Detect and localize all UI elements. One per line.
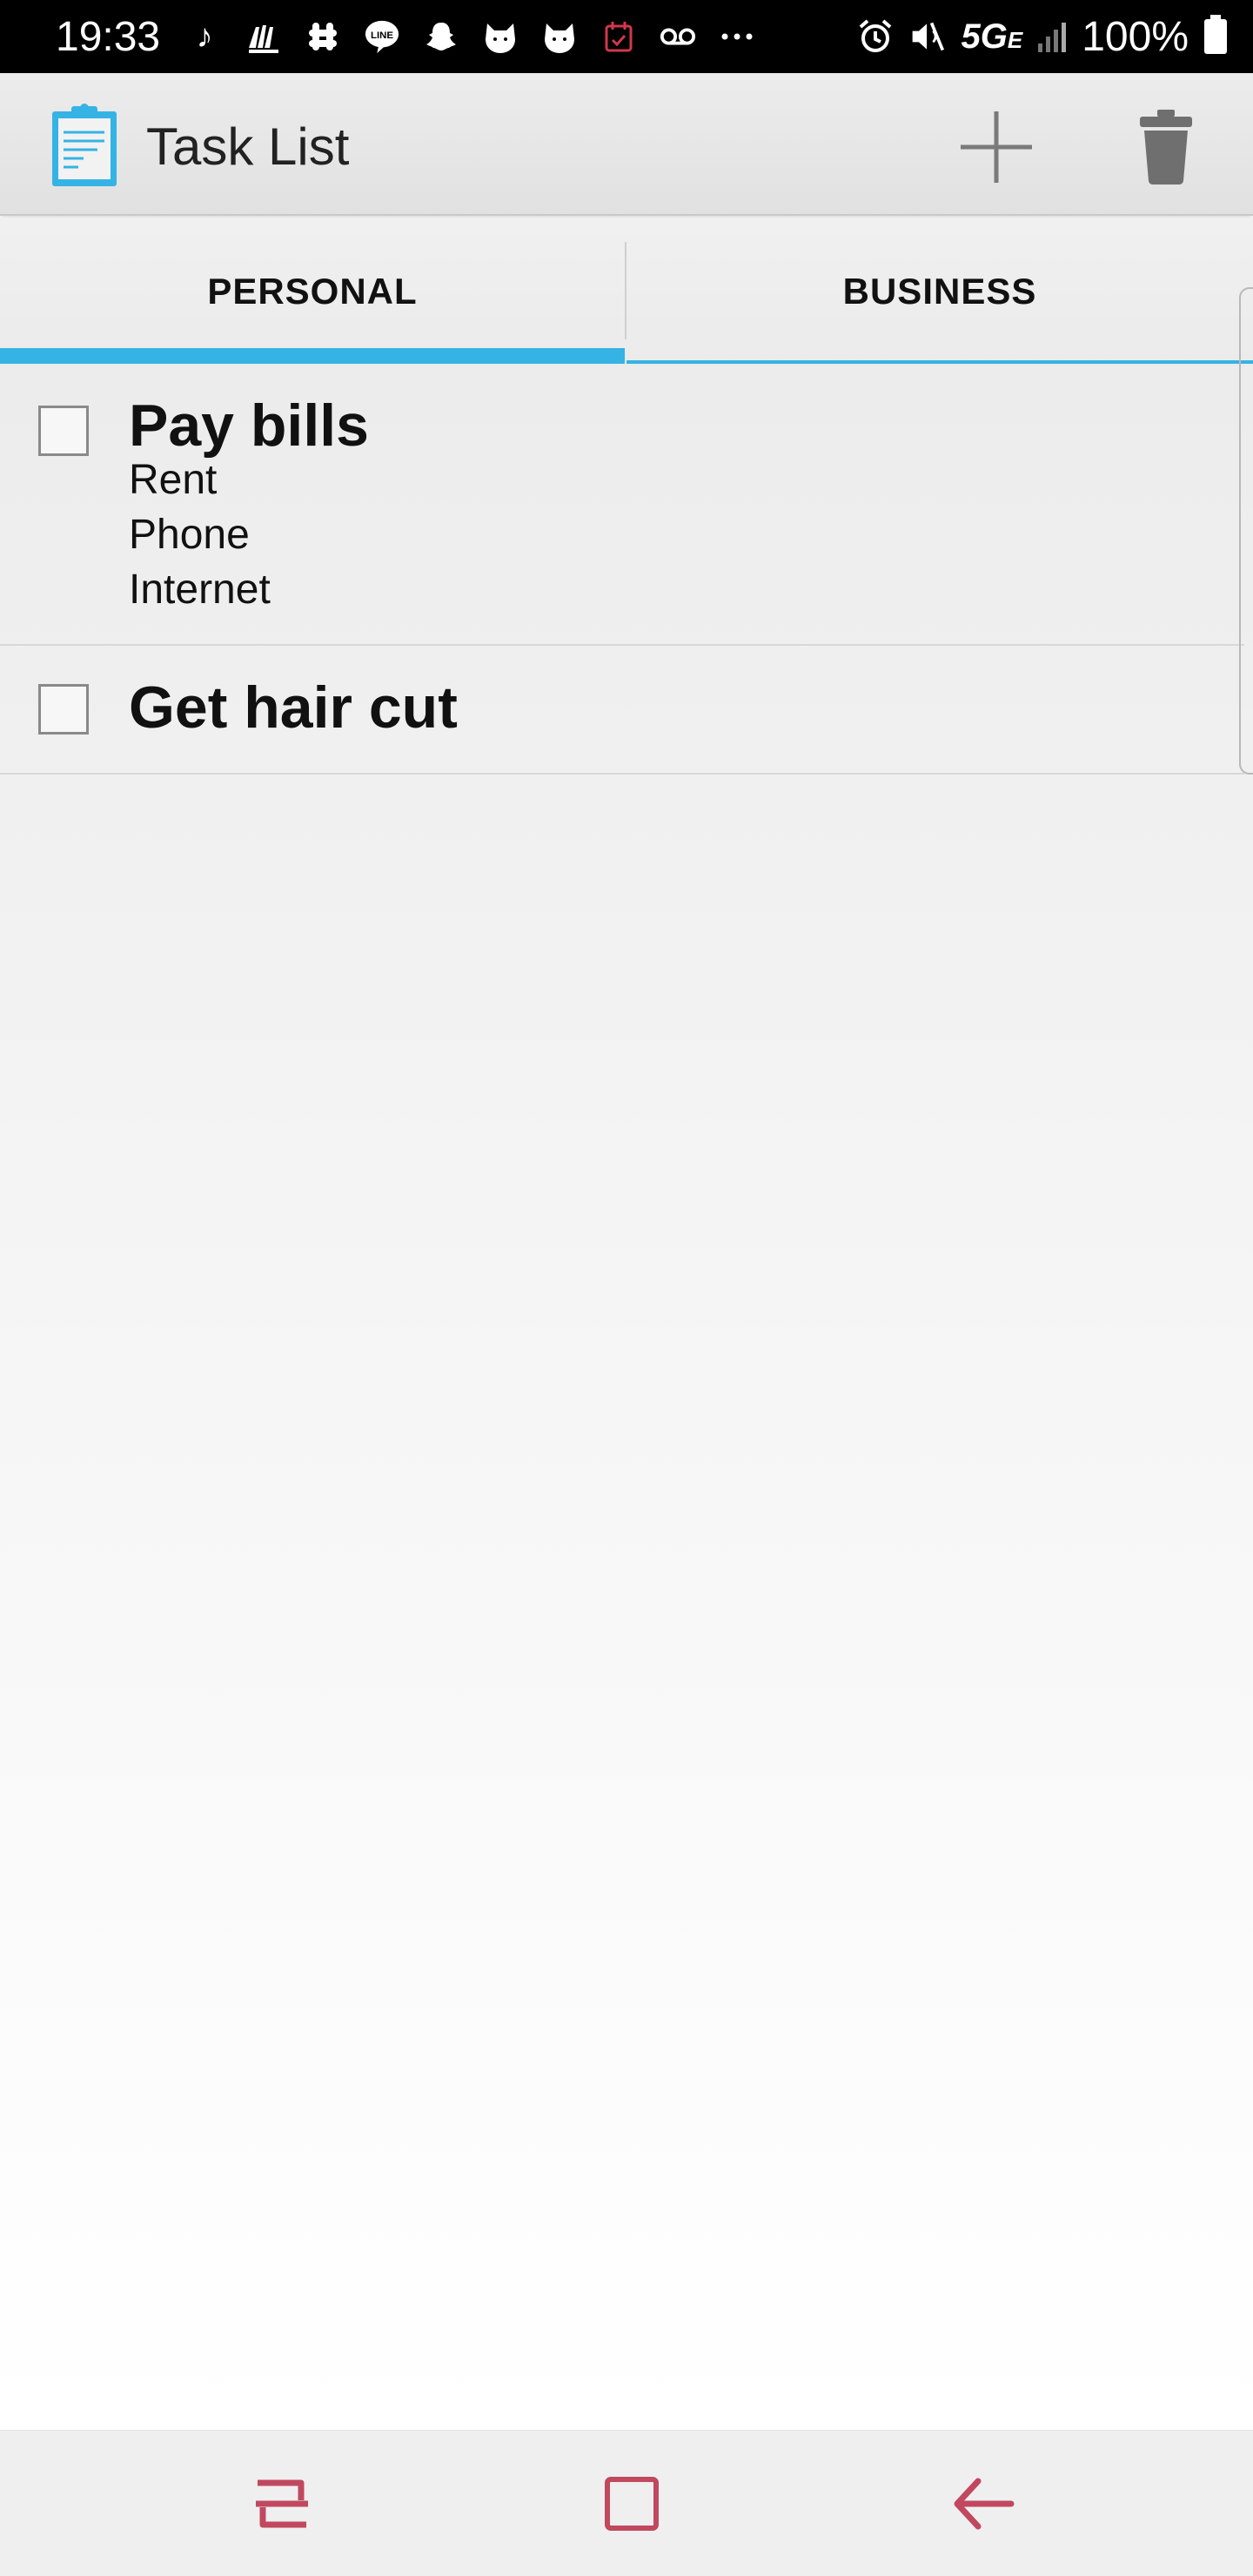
task-checkbox[interactable]	[38, 406, 89, 456]
task-title: Pay bills	[129, 392, 369, 459]
mute-icon	[909, 18, 946, 55]
status-time: 19:33	[56, 13, 161, 60]
recent-apps-icon[interactable]	[247, 2469, 317, 2539]
svg-text:LINE: LINE	[371, 30, 393, 41]
status-bar: 19:33 ♪ LINE 5GE 100%	[0, 0, 1253, 73]
task-item[interactable]: Get hair cut	[0, 646, 1244, 775]
snapchat-icon	[423, 18, 459, 55]
task-subitem: Internet	[129, 567, 271, 613]
home-icon[interactable]	[597, 2469, 667, 2539]
music-note-icon: ♪	[196, 18, 213, 55]
status-right: 5GE 100%	[857, 13, 1227, 61]
hands-icon	[245, 18, 282, 55]
app-bar: Task List	[0, 73, 1253, 216]
more-dots-icon	[719, 18, 755, 55]
slack-icon	[305, 18, 341, 55]
voicemail-icon	[660, 18, 696, 55]
network-sub-label: E	[1007, 26, 1023, 53]
cat-icon	[541, 18, 578, 55]
alarm-icon	[857, 18, 894, 55]
page-title: Task List	[146, 117, 350, 176]
task-subitem: Rent	[129, 457, 218, 503]
battery-percent: 100%	[1082, 13, 1189, 60]
tab-business[interactable]: BUSINESS	[626, 218, 1253, 366]
network-type: 5GE	[962, 17, 1023, 57]
task-title: Get hair cut	[129, 674, 458, 741]
task-item[interactable]: Pay bills Rent Phone Internet	[0, 366, 1244, 646]
tab-underline	[626, 360, 1253, 364]
network-label: 5G	[961, 17, 1008, 56]
back-arrow-icon[interactable]	[948, 2469, 1018, 2539]
task-list: Pay bills Rent Phone Internet Get hair c…	[0, 366, 1253, 2430]
tab-bar: PERSONAL BUSINESS	[0, 218, 1253, 366]
task-checkbox[interactable]	[38, 684, 89, 735]
calendar-icon	[600, 18, 637, 55]
tab-personal[interactable]: PERSONAL	[0, 218, 625, 366]
add-icon[interactable]	[957, 108, 1035, 186]
signal-icon	[1038, 21, 1067, 52]
edge-panel-handle[interactable]	[1239, 287, 1253, 775]
line-icon: LINE	[364, 18, 400, 55]
trash-icon[interactable]	[1131, 108, 1201, 186]
cat-icon	[482, 18, 519, 55]
clipboard-icon	[49, 103, 120, 188]
task-subitem: Phone	[129, 512, 250, 558]
notification-icons: ♪ LINE	[186, 18, 755, 55]
navigation-bar	[0, 2430, 1253, 2576]
tab-selected-indicator	[0, 348, 625, 364]
battery-icon	[1204, 15, 1227, 54]
